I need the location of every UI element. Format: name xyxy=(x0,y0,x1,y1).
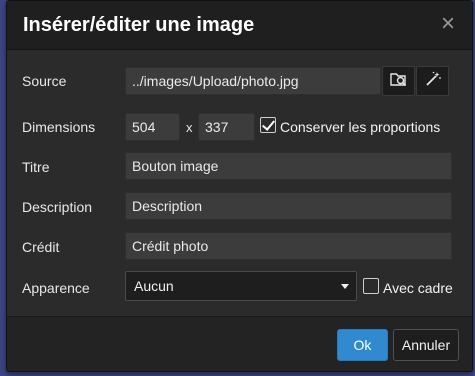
source-input[interactable]: ../images/Upload/photo.jpg xyxy=(125,67,381,95)
dialog-title: Insérer/éditer une image xyxy=(23,14,255,36)
appearance-selected-value: Aucun xyxy=(134,278,174,294)
credit-input[interactable]: Crédit photo xyxy=(125,232,452,260)
credit-label: Crédit xyxy=(22,239,60,255)
dialog-footer: Ok Annuler xyxy=(7,316,472,371)
image-dialog: Insérer/éditer une image × Source ../ima… xyxy=(6,0,473,372)
source-label: Source xyxy=(22,73,67,89)
cancel-button[interactable]: Annuler xyxy=(393,329,459,361)
keep-ratio-label[interactable]: Conserver les proportions xyxy=(280,118,440,136)
frame-checkbox[interactable] xyxy=(363,278,379,294)
title-label: Titre xyxy=(22,159,50,175)
close-icon[interactable]: × xyxy=(436,12,460,36)
keep-ratio-checkbox[interactable] xyxy=(260,117,276,133)
magic-wand-icon xyxy=(424,71,442,92)
title-input[interactable]: Bouton image xyxy=(125,152,452,180)
height-input[interactable]: 337 xyxy=(198,113,255,141)
appearance-select[interactable]: Aucun xyxy=(125,271,357,301)
dialog-header: Insérer/éditer une image × xyxy=(7,1,472,50)
dialog-body: Source ../images/Upload/photo.jpg Dimens… xyxy=(7,50,472,316)
description-input[interactable]: Description xyxy=(125,192,452,220)
width-input[interactable]: 504 xyxy=(125,113,180,141)
frame-label[interactable]: Avec cadre xyxy=(383,279,453,297)
appearance-label: Apparence xyxy=(22,280,90,296)
description-label: Description xyxy=(22,199,93,215)
chevron-down-icon xyxy=(341,284,349,289)
magic-button[interactable] xyxy=(416,66,449,96)
folder-search-icon xyxy=(389,71,408,92)
dimensions-label: Dimensions xyxy=(22,119,96,135)
dimensions-separator: x xyxy=(186,120,193,135)
browse-button[interactable] xyxy=(382,66,415,96)
ok-button[interactable]: Ok xyxy=(337,329,388,361)
